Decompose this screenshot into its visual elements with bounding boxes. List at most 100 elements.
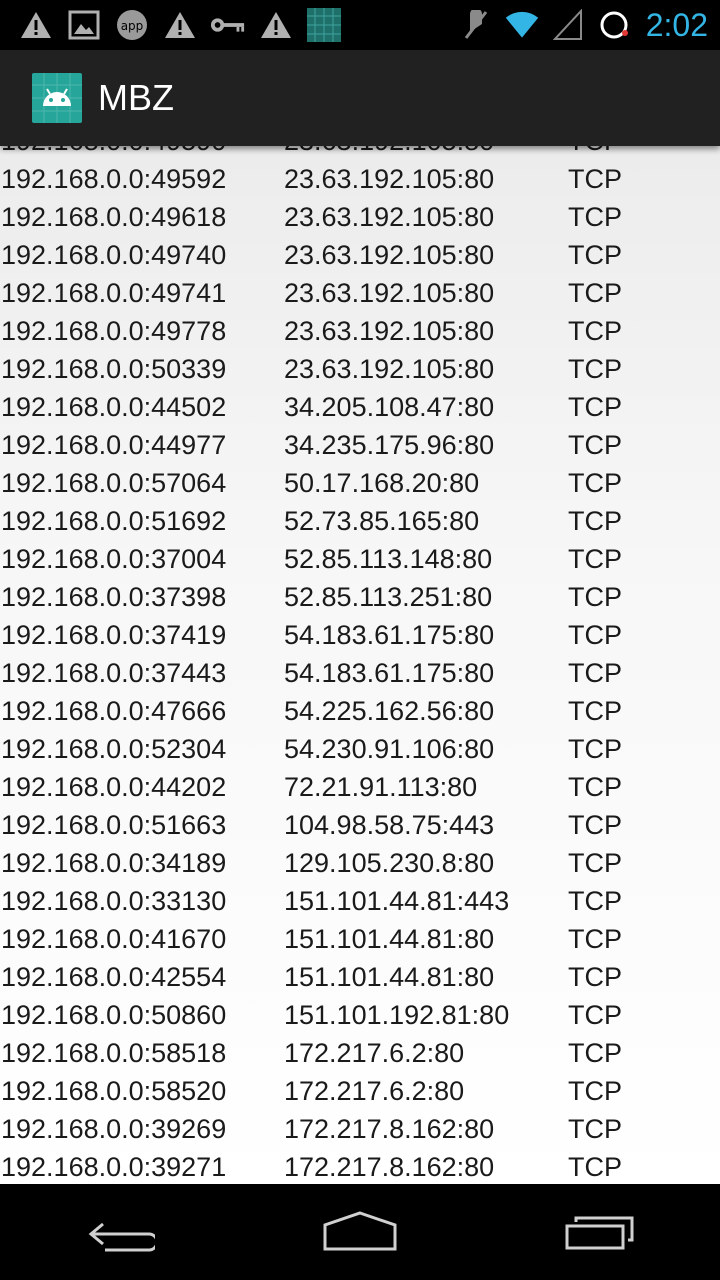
remote-address: 23.63.192.105:80 [284,201,495,232]
list-item[interactable]: 192.168.0.0:49778 23.63.192.105:80 TCP [0,312,720,350]
local-address: 192.168.0.0:49740 [1,239,227,270]
navigation-bar [0,1184,720,1280]
local-address: 192.168.0.0:37443 [1,657,227,688]
local-address: 192.168.0.0:37004 [1,543,227,574]
local-address: 192.168.0.0:49778 [1,315,227,346]
image-icon [66,7,102,43]
local-address: 192.168.0.0:51663 [1,809,227,840]
list-item[interactable]: 192.168.0.0:37398 52.85.113.251:80 TCP [0,578,720,616]
status-clock: 2:02 [645,6,708,43]
list-item[interactable]: 192.168.0.0:44502 34.205.108.47:80 TCP [0,388,720,426]
protocol-label: TCP [568,1075,622,1106]
protocol-label: TCP [568,809,622,840]
list-item[interactable]: 192.168.0.0:44202 72.21.91.113:80 TCP [0,768,720,806]
list-item[interactable]: 192.168.0.0:44977 34.235.175.96:80 TCP [0,426,720,464]
remote-address: 50.17.168.20:80 [284,467,480,498]
signal-icon [550,7,586,43]
sync-icon [596,7,632,43]
protocol-label: TCP [568,201,622,232]
protocol-label: TCP [568,543,622,574]
protocol-label: TCP [568,581,622,612]
local-address: 192.168.0.0:39269 [1,1113,227,1144]
local-address: 192.168.0.0:50339 [1,353,227,384]
protocol-label: TCP [568,1113,622,1144]
list-item[interactable]: 192.168.0.0:58518 172.217.6.2:80 TCP [0,1034,720,1072]
list-item[interactable]: 192.168.0.0:50339 23.63.192.105:80 TCP [0,350,720,388]
local-address: 192.168.0.0:58520 [1,1075,227,1106]
list-item[interactable]: 192.168.0.0:37443 54.183.61.175:80 TCP [0,654,720,692]
remote-address: 23.63.192.105:80 [284,315,495,346]
list-item[interactable]: 192.168.0.0:52304 54.230.91.106:80 TCP [0,730,720,768]
list-item[interactable]: 192.168.0.0:37419 54.183.61.175:80 TCP [0,616,720,654]
list-item[interactable]: 192.168.0.0:34189 129.105.230.8:80 TCP [0,844,720,882]
list-item[interactable]: 192.168.0.0:49740 23.63.192.105:80 TCP [0,236,720,274]
status-bar: app 2:02 [0,0,720,50]
remote-address: 23.63.192.105:80 [284,277,495,308]
local-address: 192.168.0.0:37398 [1,581,227,612]
action-bar: MBZ [0,50,720,146]
local-address: 192.168.0.0:33130 [1,885,227,916]
remote-address: 172.217.8.162:80 [284,1113,495,1144]
list-item[interactable]: 192.168.0.0:41670 151.101.44.81:80 TCP [0,920,720,958]
remote-address: 172.217.8.162:80 [284,1151,495,1182]
recents-button[interactable] [540,1184,660,1280]
back-icon [88,1222,155,1252]
list-item[interactable]: 192.168.0.0:58520 172.217.6.2:80 TCP [0,1072,720,1110]
protocol-label: TCP [568,1037,622,1068]
home-button[interactable] [300,1184,420,1280]
mute-icon [458,7,494,43]
remote-address: 129.105.230.8:80 [284,847,495,878]
warning-icon [162,7,198,43]
local-address: 192.168.0.0:41670 [1,923,227,954]
protocol-label: TCP [568,353,622,384]
remote-address: 54.225.162.56:80 [284,695,495,726]
wifi-icon [504,7,540,43]
local-address: 192.168.0.0:49592 [1,163,227,194]
remote-address: 172.217.6.2:80 [284,1037,465,1068]
back-button[interactable] [60,1184,180,1280]
remote-address: 151.101.44.81:80 [284,923,495,954]
list-item[interactable]: 192.168.0.0:47666 54.225.162.56:80 TCP [0,692,720,730]
remote-address: 104.98.58.75:443 [284,809,495,840]
app-title: MBZ [98,77,174,118]
local-address: 192.168.0.0:37419 [1,619,227,650]
protocol-label: TCP [568,163,622,194]
protocol-label: TCP [568,961,622,992]
list-item[interactable]: 192.168.0.0:33130 151.101.44.81:443 TCP [0,882,720,920]
local-address: 192.168.0.0:58518 [1,1037,227,1068]
list-item[interactable]: 192.168.0.0:57064 50.17.168.20:80 TCP [0,464,720,502]
list-item[interactable]: 192.168.0.0:37004 52.85.113.148:80 TCP [0,540,720,578]
local-address: 192.168.0.0:44977 [1,429,227,460]
remote-address: 72.21.91.113:80 [284,771,478,802]
list-item[interactable]: 192.168.0.0:4959023.63.192.105:80TCP [0,146,720,160]
list-item[interactable]: 192.168.0.0:49618 23.63.192.105:80 TCP [0,198,720,236]
protocol-label: TCP [568,239,622,270]
connection-rows: 192.168.0.0:4959023.63.192.105:80TCP192.… [0,146,720,1184]
remote-address: 54.183.61.175:80 [284,619,495,650]
protocol-label: TCP [568,999,622,1030]
protocol-label: TCP [568,1151,622,1182]
list-item[interactable]: 192.168.0.0:51692 52.73.85.165:80 TCP [0,502,720,540]
list-item[interactable]: 192.168.0.0:51663 104.98.58.75:443 TCP [0,806,720,844]
remote-address: 52.85.113.251:80 [284,581,493,612]
local-address: 192.168.0.0:44502 [1,391,227,422]
local-address: 192.168.0.0:34189 [1,847,227,878]
home-icon [323,1211,397,1251]
list-item[interactable]: 192.168.0.0:42554 151.101.44.81:80 TCP [0,958,720,996]
list-item[interactable]: 192.168.0.0:49592 23.63.192.105:80 TCP [0,160,720,198]
local-address: 192.168.0.0:57064 [1,467,227,498]
list-item[interactable]: 192.168.0.0:39269 172.217.8.162:80 TCP [0,1110,720,1148]
local-address: 192.168.0.0:52304 [1,733,227,764]
remote-address: 54.183.61.175:80 [284,657,495,688]
list-item[interactable]: 192.168.0.0:39271 172.217.8.162:80 TCP [0,1148,720,1184]
protocol-label: TCP [568,657,622,688]
list-item[interactable]: 192.168.0.0:49741 23.63.192.105:80 TCP [0,274,720,312]
list-item[interactable]: 192.168.0.0:50860 151.101.192.81:80 TCP [0,996,720,1034]
notification-icons: app [0,7,342,43]
android-app-icon[interactable] [32,73,82,123]
local-address: 192.168.0.0:42554 [1,961,227,992]
warning-icon [18,7,54,43]
remote-address: 151.101.192.81:80 [284,999,510,1030]
connection-list[interactable]: 192.168.0.0:4959023.63.192.105:80TCP192.… [0,146,720,1184]
local-address: 192.168.0.0:50860 [1,999,227,1030]
